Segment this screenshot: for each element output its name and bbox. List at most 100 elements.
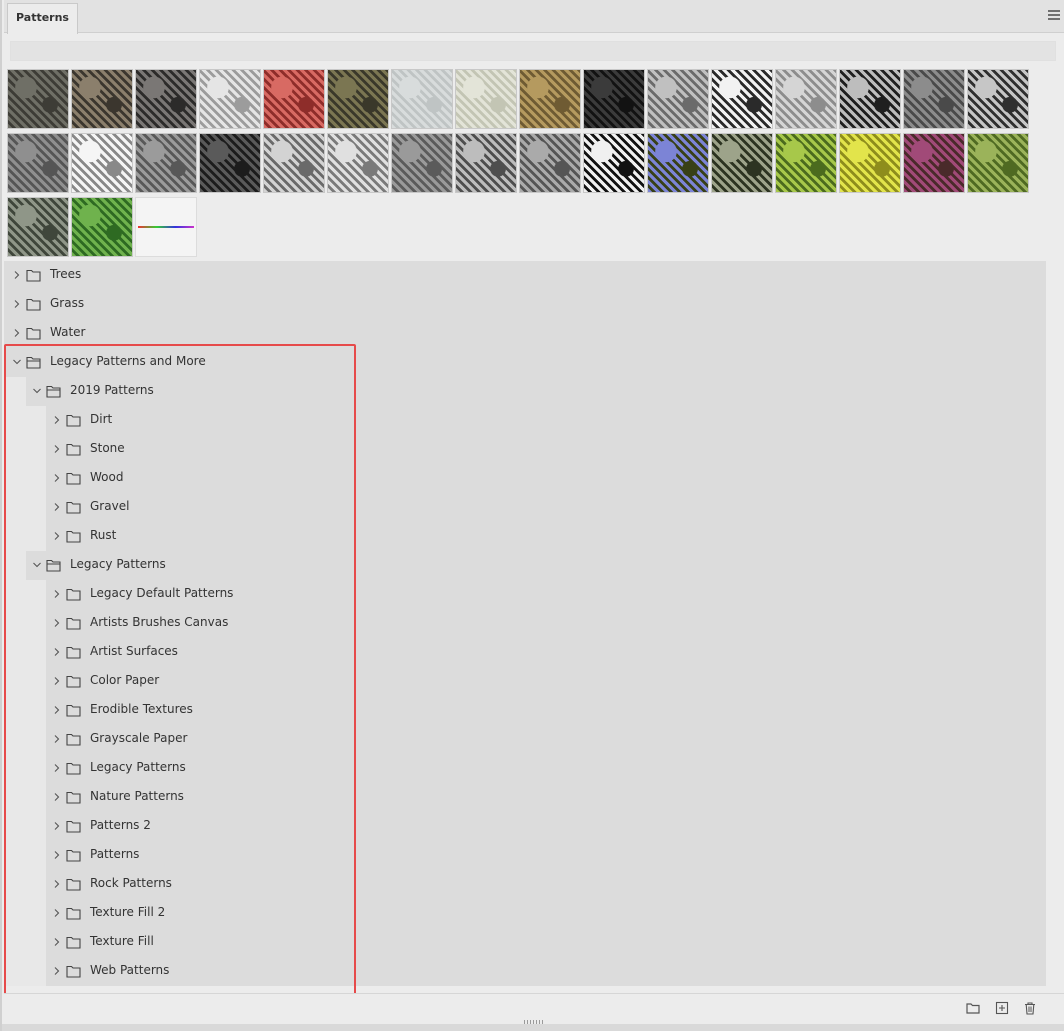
chevron-right-icon[interactable] <box>52 966 62 976</box>
pattern-swatch[interactable] <box>519 69 581 129</box>
chevron-right-icon[interactable] <box>52 415 62 425</box>
pattern-swatch[interactable] <box>903 69 965 129</box>
trash-icon[interactable] <box>1023 1001 1037 1015</box>
pattern-swatch[interactable] <box>7 133 69 193</box>
chevron-right-icon[interactable] <box>52 618 62 628</box>
pattern-swatch[interactable] <box>135 197 197 257</box>
tree-item[interactable]: Grass <box>4 290 1046 319</box>
pattern-swatch[interactable] <box>583 133 645 193</box>
tree-item[interactable]: Erodible Textures <box>4 696 1046 725</box>
add-icon[interactable] <box>995 1001 1009 1015</box>
pattern-swatch[interactable] <box>199 69 261 129</box>
tree-item[interactable]: Trees <box>4 261 1046 290</box>
folder-open-icon <box>46 385 61 398</box>
tree-item[interactable]: Legacy Patterns and More <box>4 348 1046 377</box>
pattern-swatch[interactable] <box>967 69 1029 129</box>
pattern-swatch[interactable] <box>647 133 709 193</box>
pattern-swatch[interactable] <box>7 69 69 129</box>
chevron-right-icon[interactable] <box>52 473 62 483</box>
pattern-swatch[interactable] <box>455 69 517 129</box>
new-folder-icon[interactable] <box>966 1001 980 1015</box>
pattern-swatch[interactable] <box>711 133 773 193</box>
pattern-swatch[interactable] <box>391 133 453 193</box>
chevron-right-icon[interactable] <box>52 850 62 860</box>
tree-item[interactable]: Rock Patterns <box>4 870 1046 899</box>
chevron-right-icon[interactable] <box>52 444 62 454</box>
tree-item[interactable]: Gravel <box>4 493 1046 522</box>
tree-item[interactable]: Wood <box>4 464 1046 493</box>
pattern-swatch[interactable] <box>647 69 709 129</box>
pattern-swatch[interactable] <box>71 69 133 129</box>
tree-item[interactable]: Rust <box>4 522 1046 551</box>
pattern-swatch[interactable] <box>839 133 901 193</box>
tree-item[interactable]: Color Paper <box>4 667 1046 696</box>
pattern-swatch[interactable] <box>839 69 901 129</box>
folder-icon <box>66 414 81 427</box>
tree-item[interactable]: Stone <box>4 435 1046 464</box>
tree-item-label: Grayscale Paper <box>90 731 188 745</box>
pattern-swatch[interactable] <box>135 133 197 193</box>
search-input[interactable] <box>10 41 1056 61</box>
hamburger-menu-icon[interactable] <box>1048 10 1060 22</box>
chevron-right-icon[interactable] <box>52 734 62 744</box>
tree-item[interactable]: Legacy Patterns <box>4 754 1046 783</box>
chevron-right-icon[interactable] <box>52 879 62 889</box>
pattern-swatch[interactable] <box>903 133 965 193</box>
chevron-right-icon[interactable] <box>52 821 62 831</box>
tree-item[interactable]: Dirt <box>4 406 1046 435</box>
pattern-swatch[interactable] <box>263 133 325 193</box>
chevron-right-icon[interactable] <box>52 531 62 541</box>
pattern-swatch[interactable] <box>967 133 1029 193</box>
chevron-right-icon[interactable] <box>52 676 62 686</box>
tree-item[interactable]: Artists Brushes Canvas <box>4 609 1046 638</box>
pattern-swatch[interactable] <box>71 133 133 193</box>
tree-item[interactable]: Water <box>4 319 1046 348</box>
tab-patterns[interactable]: Patterns <box>7 3 78 34</box>
pattern-swatch[interactable] <box>391 69 453 129</box>
pattern-swatch[interactable] <box>519 133 581 193</box>
indent-guide <box>4 667 46 696</box>
pattern-swatch[interactable] <box>263 69 325 129</box>
chevron-right-icon[interactable] <box>52 908 62 918</box>
chevron-right-icon[interactable] <box>52 937 62 947</box>
chevron-right-icon[interactable] <box>52 502 62 512</box>
pattern-swatch[interactable] <box>327 69 389 129</box>
tree-item[interactable]: 2019 Patterns <box>4 377 1046 406</box>
tree-item-label: Artist Surfaces <box>90 644 178 658</box>
tree-item[interactable]: Nature Patterns <box>4 783 1046 812</box>
chevron-right-icon[interactable] <box>52 589 62 599</box>
tree-item[interactable]: Web Patterns <box>4 957 1046 986</box>
tree-item[interactable]: Artist Surfaces <box>4 638 1046 667</box>
tree-item[interactable]: Patterns 2 <box>4 812 1046 841</box>
chevron-right-icon[interactable] <box>12 299 22 309</box>
chevron-down-icon[interactable] <box>32 386 42 396</box>
chevron-right-icon[interactable] <box>52 763 62 773</box>
chevron-down-icon[interactable] <box>12 357 22 367</box>
pattern-swatch[interactable] <box>455 133 517 193</box>
pattern-swatch[interactable] <box>711 69 773 129</box>
tree-item[interactable]: Patterns <box>4 841 1046 870</box>
pattern-swatch[interactable] <box>7 197 69 257</box>
pattern-swatch[interactable] <box>199 133 261 193</box>
pattern-swatch[interactable] <box>775 133 837 193</box>
chevron-right-icon[interactable] <box>12 328 22 338</box>
chevron-right-icon[interactable] <box>52 647 62 657</box>
chevron-down-icon[interactable] <box>32 560 42 570</box>
pattern-swatch[interactable] <box>71 197 133 257</box>
tree-item-label: Artists Brushes Canvas <box>90 615 229 629</box>
tree-item[interactable]: Texture Fill 2 <box>4 899 1046 928</box>
tree-item-label: Water <box>50 325 86 339</box>
pattern-swatch[interactable] <box>775 69 837 129</box>
folder-icon <box>66 936 81 949</box>
chevron-right-icon[interactable] <box>52 792 62 802</box>
chevron-right-icon[interactable] <box>52 705 62 715</box>
pattern-swatch[interactable] <box>327 133 389 193</box>
pattern-swatch[interactable] <box>135 69 197 129</box>
pattern-swatch[interactable] <box>583 69 645 129</box>
tree-item[interactable]: Legacy Default Patterns <box>4 580 1046 609</box>
tree-item[interactable]: Texture Fill <box>4 928 1046 957</box>
chevron-right-icon[interactable] <box>12 270 22 280</box>
indent-guide <box>4 551 26 580</box>
tree-item[interactable]: Grayscale Paper <box>4 725 1046 754</box>
tree-item[interactable]: Legacy Patterns <box>4 551 1046 580</box>
